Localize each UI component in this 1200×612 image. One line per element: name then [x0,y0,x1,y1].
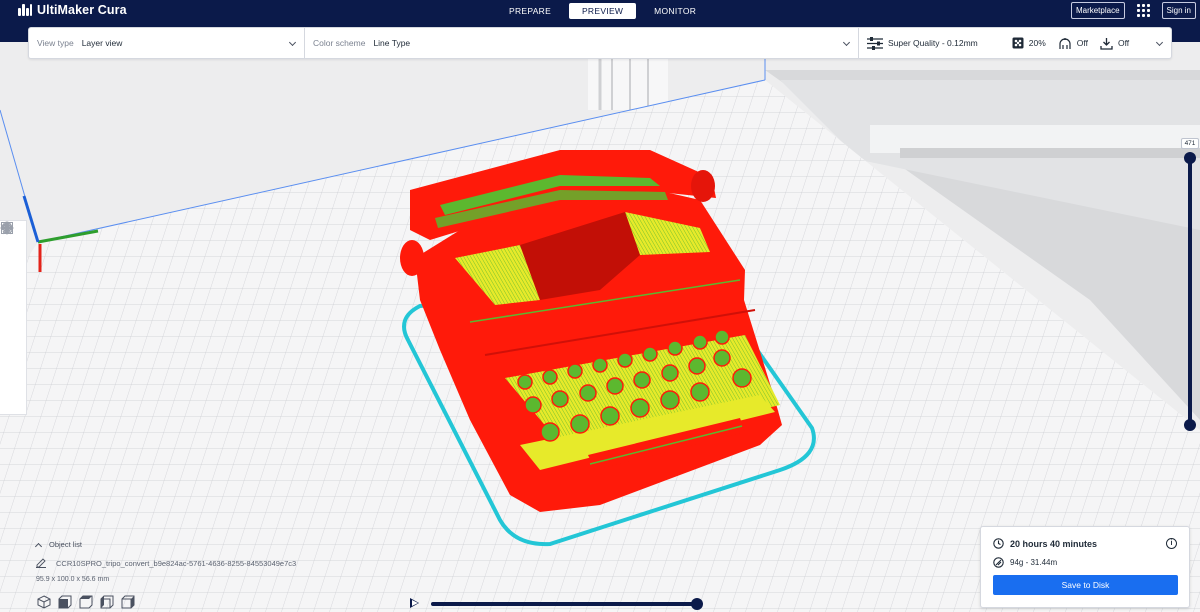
quality-profile: Super Quality - 0.12mm [867,36,978,50]
apps-grid-icon[interactable] [1136,4,1150,17]
play-simulation-icon[interactable] [410,598,419,608]
layer-number[interactable]: 471 [1181,138,1199,149]
layer-slider-top-handle[interactable] [1184,152,1196,164]
info-icon[interactable]: i [1166,538,1177,549]
object-list-toggle[interactable]: Object list [34,540,82,550]
infill-setting: 20% [1012,37,1046,49]
layer-slider-track[interactable] [1188,158,1192,426]
app-logo: UltiMaker Cura [18,3,127,17]
view-type-value: Layer view [81,38,123,48]
adhesion-setting: Off [1100,37,1129,50]
sliders-icon [867,36,883,50]
support-icon [1059,37,1071,49]
chevron-up-icon [34,542,43,550]
view-type-label: View type [37,38,74,48]
print-settings-selector[interactable]: Super Quality - 0.12mm 20% Off Off [859,28,1171,58]
layer-slider-bottom-handle[interactable] [1184,419,1196,431]
top-view-icon[interactable] [79,595,93,609]
tab-preview[interactable]: PREVIEW [569,3,637,19]
tab-prepare[interactable]: PREPARE [497,3,563,19]
right-view-icon[interactable] [121,595,135,609]
adhesion-icon [1100,37,1113,50]
sign-in-button[interactable]: Sign in [1161,2,1196,19]
view-settings-panel: View type Layer view Color scheme Line T… [28,27,1172,59]
chevron-down-icon [288,38,297,47]
color-scheme-label: Color scheme [313,38,366,48]
object-list: Object list CCR10SPRO_tripo_convert_b9e8… [34,540,296,583]
quality-value: Super Quality - 0.12mm [888,38,978,48]
adhesion-value: Off [1117,38,1130,48]
tab-monitor[interactable]: MONITOR [642,3,708,19]
support-value: Off [1076,38,1088,48]
material-row: 94g - 31.44m [993,557,1057,568]
view-type-select[interactable]: View type Layer view [29,28,305,58]
support-setting: Off [1058,37,1088,50]
color-scheme-value: Line Type [373,38,411,48]
infill-icon [1012,37,1024,49]
object-file-row[interactable]: CCR10SPRO_tripo_convert_b9e824ac-5761-46… [36,558,296,568]
print-time: 20 hours 40 minutes [1010,538,1098,549]
pencil-icon[interactable] [36,558,46,568]
path-slider-handle[interactable] [691,598,703,610]
object-file-name: CCR10SPRO_tripo_convert_b9e824ac-5761-46… [56,558,297,568]
print-information-card: 20 hours 40 minutes i 94g - 31.44m Save … [980,526,1190,608]
stage-tabs: PREPARE PREVIEW MONITOR [497,3,708,19]
color-scheme-select[interactable]: Color scheme Line Type [305,28,859,58]
camera-view-buttons [37,595,135,609]
top-bar-actions: Marketplace Sign in [1070,2,1196,19]
left-view-icon[interactable] [100,595,114,609]
path-slider-track[interactable] [431,602,697,606]
chevron-down-icon [1155,38,1164,47]
top-bar: UltiMaker Cura PREPARE PREVIEW MONITOR M… [0,0,1200,22]
3d-view-icon[interactable] [37,595,51,609]
front-view-icon[interactable] [58,595,72,609]
save-to-disk-button[interactable]: Save to Disk [993,575,1178,595]
support-blocker-icon[interactable] [0,221,14,235]
app-title: UltiMaker Cura [37,3,127,17]
ultimaker-logo-icon [18,4,32,16]
chevron-down-icon [842,38,851,47]
clock-icon [993,538,1004,549]
left-toolbar [0,220,27,415]
object-list-header: Object list [49,540,82,549]
infill-value: 20% [1028,38,1046,48]
material-usage: 94g - 31.44m [1010,558,1058,567]
object-dimensions: 95.9 x 100.0 x 56.6 mm [36,576,110,583]
spool-icon [993,557,1004,568]
marketplace-button[interactable]: Marketplace [1070,2,1125,19]
print-time-row: 20 hours 40 minutes [993,538,1097,549]
